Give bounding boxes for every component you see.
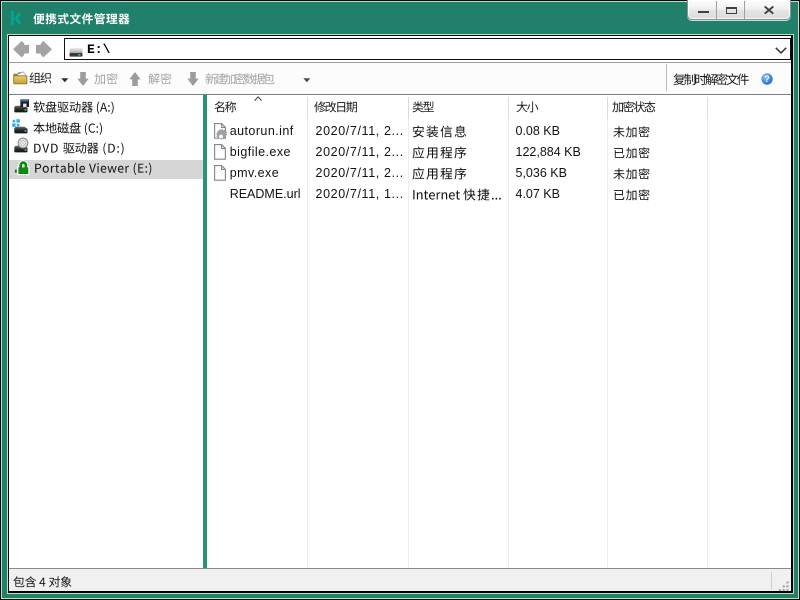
svg-text:?: ? [764, 74, 770, 84]
